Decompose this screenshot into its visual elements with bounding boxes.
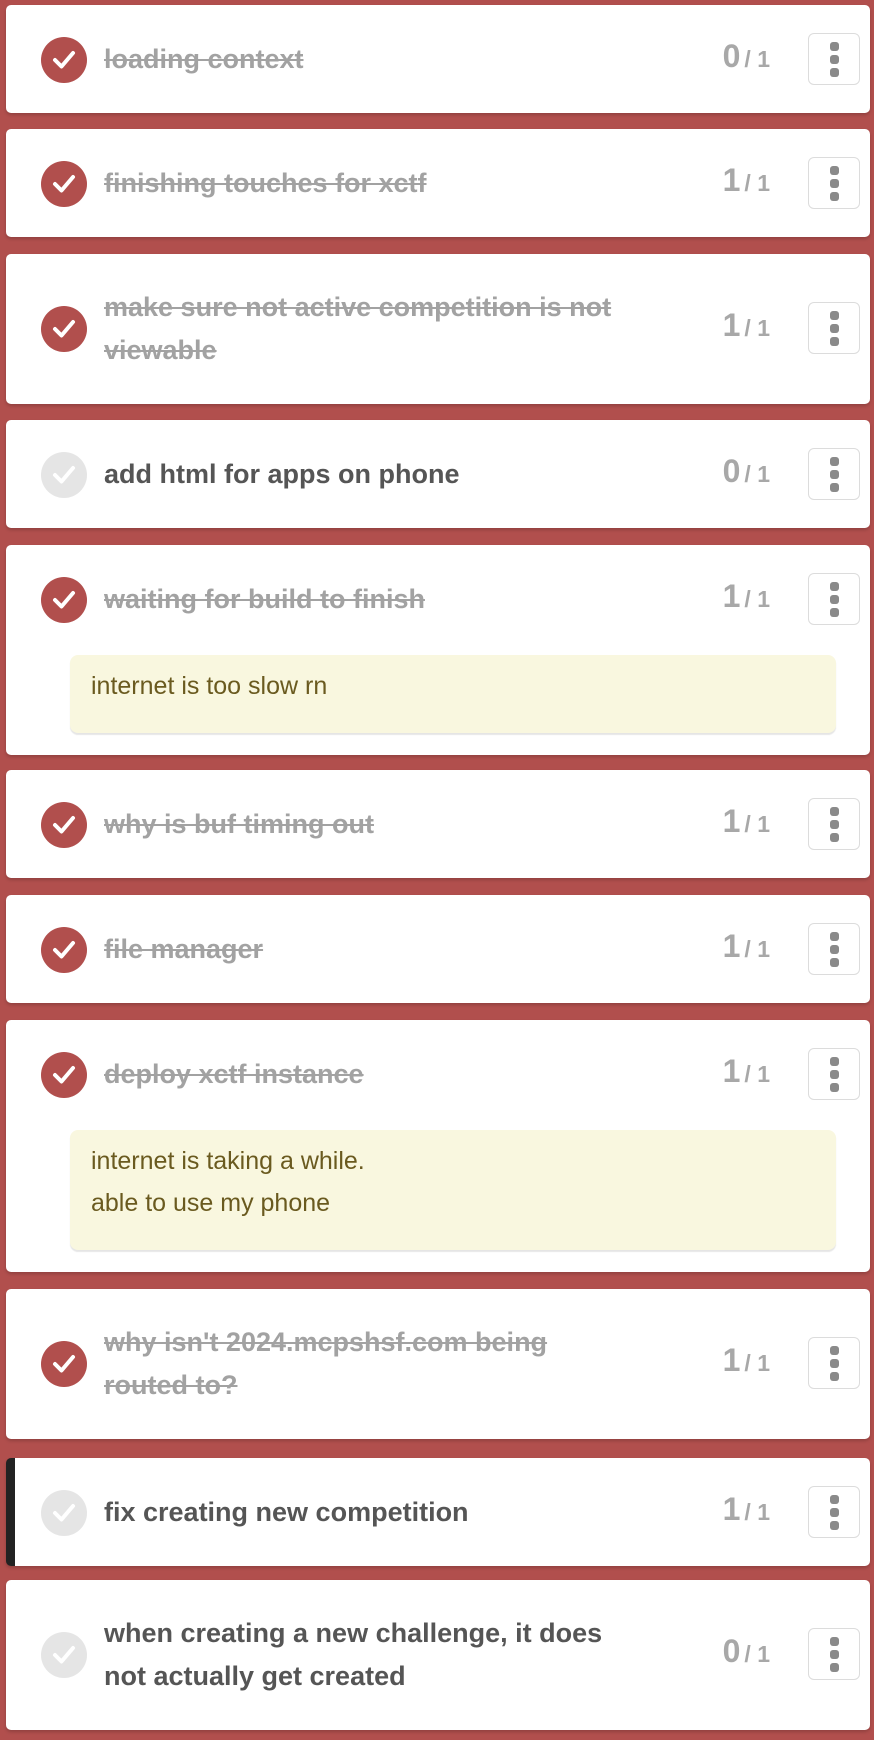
progress-count: 1	[722, 578, 741, 614]
checkmark-icon	[53, 941, 75, 959]
task-card: why is buf timing out 1/ 1	[6, 770, 870, 878]
progress-total: / 1	[744, 1641, 770, 1667]
progress-count: 1	[722, 307, 741, 343]
progress-count: 1	[722, 1342, 741, 1378]
checkmark-icon	[53, 591, 75, 609]
task-title: why isn't 2024.mcpshsf.com being routed …	[104, 1327, 548, 1400]
task-note: internet is taking a while. able to use …	[70, 1130, 836, 1250]
task-card: file manager 1/ 1	[6, 895, 870, 1003]
task-menu-button[interactable]	[808, 1337, 860, 1389]
task-card: make sure not active competition is not …	[6, 254, 870, 404]
task-menu-button[interactable]	[808, 798, 860, 850]
task-menu-button[interactable]	[808, 1486, 860, 1538]
checkmark-icon	[53, 1504, 75, 1522]
progress-count: 1	[722, 1053, 741, 1089]
task-title: deploy xctf instance	[104, 1059, 364, 1089]
checkmark-icon	[53, 320, 75, 338]
task-progress: 1/ 1	[723, 578, 770, 615]
task-checkbox[interactable]	[41, 161, 87, 207]
progress-total: / 1	[744, 936, 770, 962]
progress-total: / 1	[744, 46, 770, 72]
progress-total: / 1	[744, 315, 770, 341]
task-progress: 1/ 1	[723, 803, 770, 840]
task-title: waiting for build to finish	[104, 584, 425, 614]
progress-count: 1	[722, 803, 741, 839]
progress-count: 1	[722, 162, 741, 198]
progress-total: / 1	[744, 461, 770, 487]
progress-total: / 1	[744, 170, 770, 196]
task-title: fix creating new competition	[104, 1497, 469, 1527]
checkmark-icon	[53, 175, 75, 193]
task-progress: 1/ 1	[723, 1342, 770, 1379]
task-card-selected: fix creating new competition 1/ 1	[6, 1458, 870, 1566]
task-card: deploy xctf instance 1/ 1 internet is ta…	[6, 1020, 870, 1272]
task-menu-button[interactable]	[808, 448, 860, 500]
task-menu-button[interactable]	[808, 33, 860, 85]
task-progress: 1/ 1	[723, 1053, 770, 1090]
task-checkbox[interactable]	[41, 306, 87, 352]
task-checkbox[interactable]	[41, 1052, 87, 1098]
task-menu-button[interactable]	[808, 157, 860, 209]
task-title: add html for apps on phone	[104, 459, 460, 489]
progress-count: 0	[722, 453, 741, 489]
task-title: when creating a new challenge, it does n…	[104, 1618, 603, 1691]
task-card: finishing touches for xctf 1/ 1	[6, 129, 870, 237]
progress-count: 0	[722, 1633, 741, 1669]
task-checkbox[interactable]	[41, 577, 87, 623]
task-title: file manager	[104, 934, 264, 964]
task-card: when creating a new challenge, it does n…	[6, 1580, 870, 1730]
checkmark-icon	[53, 1646, 75, 1664]
checkmark-icon	[53, 816, 75, 834]
checkmark-icon	[53, 1355, 75, 1373]
task-checkbox[interactable]	[41, 1341, 87, 1387]
task-checkbox[interactable]	[41, 1632, 87, 1678]
task-progress: 1/ 1	[723, 162, 770, 199]
task-checkbox[interactable]	[41, 37, 87, 83]
task-progress: 1/ 1	[723, 307, 770, 344]
task-menu-button[interactable]	[808, 923, 860, 975]
task-checkbox[interactable]	[41, 927, 87, 973]
checkmark-icon	[53, 1066, 75, 1084]
task-progress: 1/ 1	[723, 1491, 770, 1528]
progress-total: / 1	[744, 1499, 770, 1525]
task-card: waiting for build to finish 1/ 1 interne…	[6, 545, 870, 755]
progress-total: / 1	[744, 586, 770, 612]
task-checkbox[interactable]	[41, 1490, 87, 1536]
task-note: internet is too slow rn	[70, 655, 836, 733]
progress-count: 0	[722, 38, 741, 74]
task-title: why is buf timing out	[104, 809, 374, 839]
task-menu-button[interactable]	[808, 1048, 860, 1100]
task-card: why isn't 2024.mcpshsf.com being routed …	[6, 1289, 870, 1439]
task-title: make sure not active competition is not …	[104, 292, 612, 365]
task-title: loading context	[104, 44, 304, 74]
progress-count: 1	[722, 1491, 741, 1527]
task-checkbox[interactable]	[41, 802, 87, 848]
task-checkbox[interactable]	[41, 452, 87, 498]
checkmark-icon	[53, 51, 75, 69]
progress-total: / 1	[744, 1061, 770, 1087]
task-card: add html for apps on phone 0/ 1	[6, 420, 870, 528]
task-progress: 0/ 1	[723, 453, 770, 490]
task-list: loading context 0/ 1 finishing touches f…	[0, 0, 874, 1740]
progress-count: 1	[722, 928, 741, 964]
progress-total: / 1	[744, 811, 770, 837]
task-progress: 0/ 1	[723, 1633, 770, 1670]
task-title: finishing touches for xctf	[104, 168, 427, 198]
task-menu-button[interactable]	[808, 302, 860, 354]
task-card: loading context 0/ 1	[6, 5, 870, 113]
task-progress: 0/ 1	[723, 38, 770, 75]
task-menu-button[interactable]	[808, 1628, 860, 1680]
task-progress: 1/ 1	[723, 928, 770, 965]
checkmark-icon	[53, 466, 75, 484]
task-menu-button[interactable]	[808, 573, 860, 625]
progress-total: / 1	[744, 1350, 770, 1376]
